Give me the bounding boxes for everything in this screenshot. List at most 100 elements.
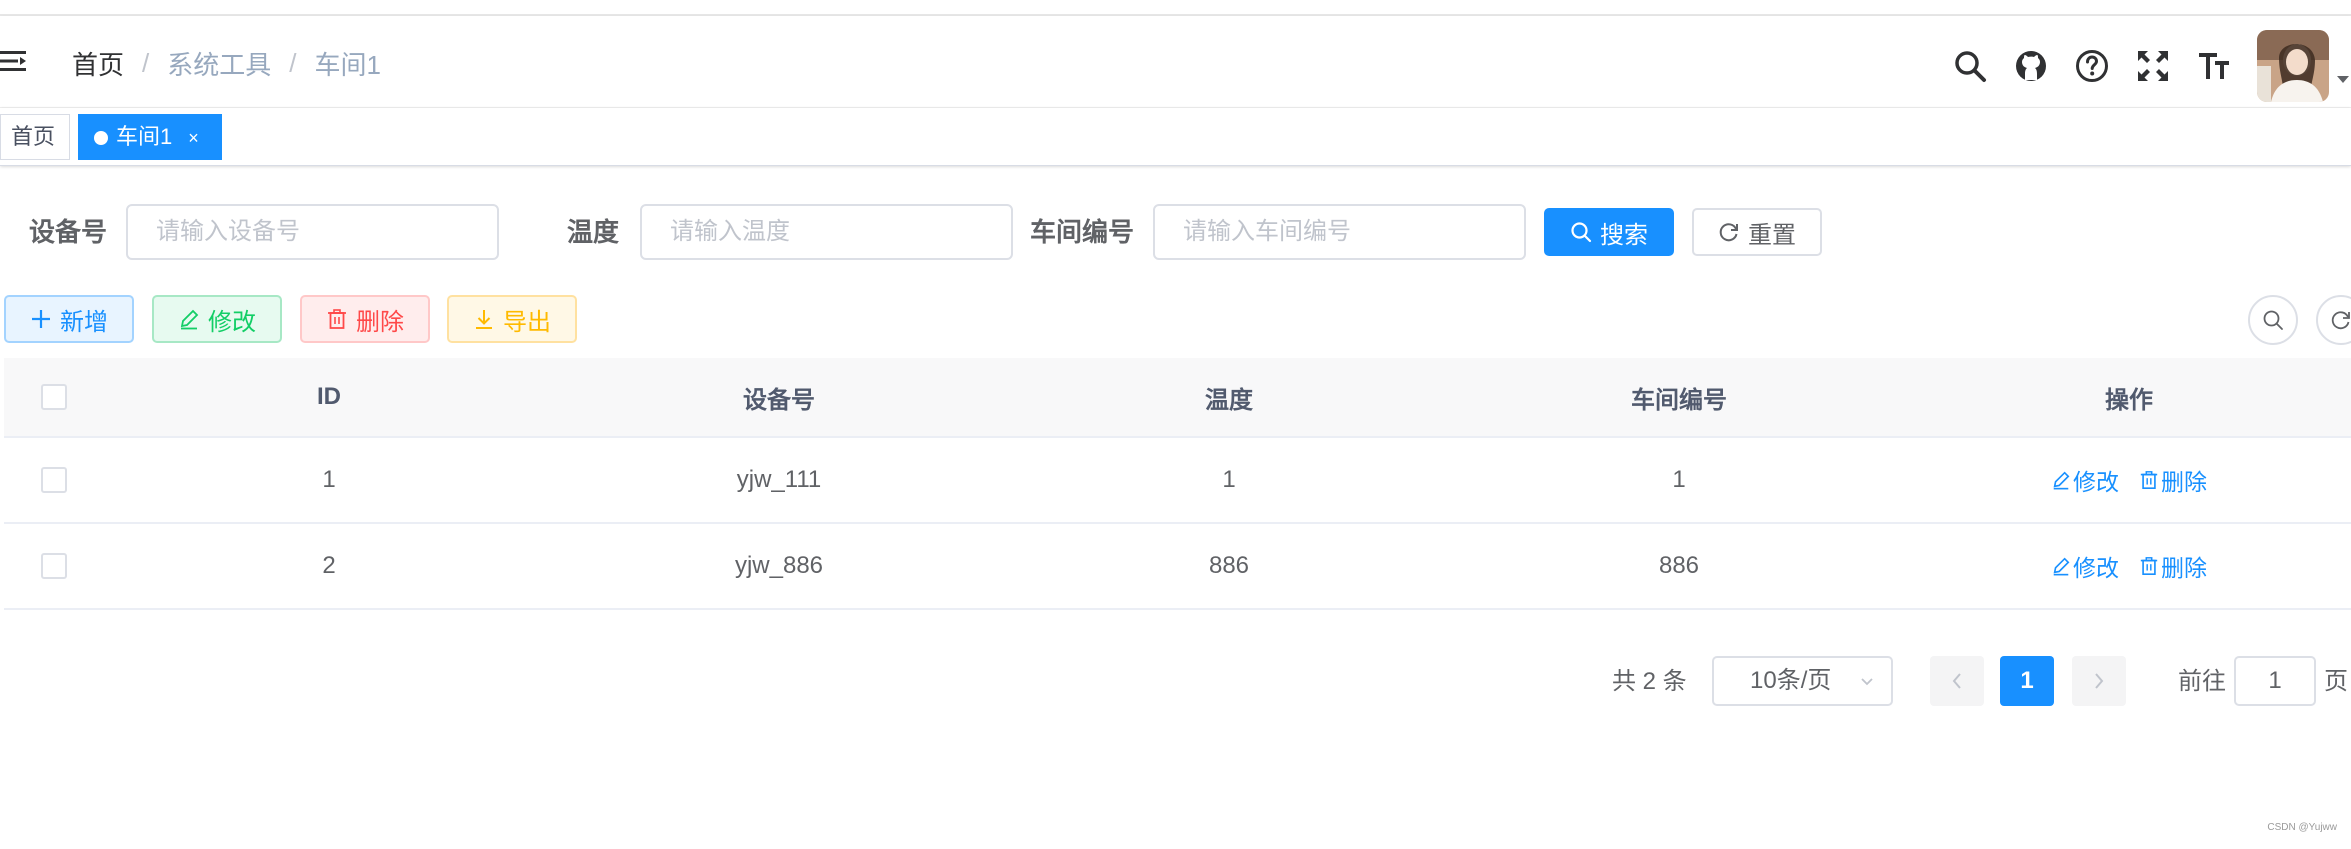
delete-button-label: 删除	[356, 308, 404, 336]
cell-actions: 修改 删除	[1904, 438, 2351, 522]
header-id[interactable]: ID	[104, 358, 554, 436]
fullscreen-icon[interactable]	[2133, 46, 2173, 86]
header-device[interactable]: 设备号	[554, 358, 1004, 436]
row-delete-link[interactable]: 删除	[2139, 463, 2207, 497]
row-delete-label: 删除	[2161, 469, 2207, 495]
refresh-button[interactable]	[2316, 295, 2351, 345]
chevron-right-icon	[2095, 673, 2104, 689]
goto-page-input[interactable]	[2234, 656, 2316, 706]
search-form: 设备号 温度 车间编号 搜索 重置	[0, 204, 2351, 260]
search-button-label: 搜索	[1600, 221, 1648, 249]
row-delete-link[interactable]: 删除	[2139, 549, 2207, 583]
pagination-total: 共 2 条	[1612, 668, 1687, 695]
row-select-cell	[4, 438, 104, 522]
page-size-select[interactable]: 10条/页	[1712, 656, 1893, 706]
next-page-button[interactable]	[2072, 656, 2126, 706]
tags-view: 首页 车间1 ×	[0, 108, 2351, 166]
caret-down-icon[interactable]	[2335, 46, 2351, 86]
tag-active-label: 车间1	[116, 124, 173, 149]
trash-icon	[328, 309, 346, 329]
cell-temperature: 886	[1208, 552, 1250, 579]
edit-icon	[2053, 471, 2070, 490]
cell-id: 2	[322, 552, 336, 579]
cell-device: yjw_886	[734, 552, 824, 579]
pagination: 共 2 条 10条/页 1 前往 页	[0, 656, 2351, 708]
data-table: ID 设备号 温度 车间编号 操作 1 yjw_111 1 1 修改 删除 2 …	[4, 358, 2351, 610]
font-size-icon[interactable]	[2194, 46, 2234, 86]
row-edit-link[interactable]: 修改	[2051, 549, 2119, 583]
breadcrumb-separator: /	[142, 48, 150, 78]
refresh-icon	[1719, 223, 1738, 242]
cell-device: yjw_111	[736, 466, 822, 493]
page-size-value: 10条/页	[1750, 667, 1832, 694]
temperature-label: 温度	[567, 217, 620, 247]
chevron-left-icon	[1952, 673, 1961, 689]
download-icon	[476, 310, 492, 329]
row-checkbox[interactable]	[41, 553, 67, 579]
github-icon[interactable]	[2011, 46, 2051, 86]
reset-button-label: 重置	[1748, 221, 1796, 249]
add-button-label: 新增	[60, 308, 108, 336]
edit-button[interactable]: 修改	[152, 295, 282, 343]
trash-icon	[2140, 557, 2158, 575]
temperature-input[interactable]	[640, 204, 1013, 260]
header-temperature[interactable]: 温度	[1004, 358, 1454, 436]
page-number-1[interactable]: 1	[2000, 656, 2054, 706]
close-icon[interactable]: ×	[188, 128, 199, 148]
search-button[interactable]: 搜索	[1544, 208, 1674, 256]
header-select-cell	[4, 358, 104, 436]
active-dot-icon	[94, 131, 108, 145]
search-icon[interactable]	[1950, 46, 1990, 86]
header-workshop[interactable]: 车间编号	[1454, 358, 1904, 436]
device-label: 设备号	[29, 217, 108, 247]
header-actions: 操作	[2105, 386, 2153, 414]
select-all-checkbox[interactable]	[41, 384, 67, 410]
refresh-icon	[2331, 311, 2350, 330]
workshop-input[interactable]	[1153, 204, 1526, 260]
avatar[interactable]	[2257, 30, 2329, 102]
breadcrumb-current: 车间1	[314, 50, 381, 80]
row-edit-label: 修改	[2073, 555, 2119, 581]
search-icon	[2263, 310, 2283, 330]
breadcrumb-separator: /	[289, 48, 297, 78]
right-menu	[1950, 30, 2351, 102]
row-checkbox[interactable]	[41, 467, 67, 493]
top-border	[0, 0, 2351, 16]
search-icon	[1571, 222, 1592, 243]
tag-home[interactable]: 首页	[0, 114, 70, 160]
breadcrumb-home[interactable]: 首页	[72, 45, 124, 82]
row-delete-label: 删除	[2161, 555, 2207, 581]
hamburger-icon[interactable]	[0, 46, 30, 76]
workshop-label: 车间编号	[1030, 217, 1135, 247]
prev-page-button[interactable]	[1930, 656, 1984, 706]
row-select-cell	[4, 524, 104, 608]
navbar: 首页 / 系统工具 / 车间1	[0, 16, 2351, 108]
question-icon[interactable]	[2072, 46, 2112, 86]
export-button[interactable]: 导出	[447, 295, 577, 343]
chevron-down-icon	[1859, 658, 1875, 720]
device-input[interactable]	[126, 204, 499, 260]
watermark: CSDN @Yujww	[2267, 822, 2337, 833]
cell-temperature: 1	[1222, 466, 1236, 493]
toolbar: 新增 修改 删除 导出	[0, 295, 2351, 345]
add-button[interactable]: 新增	[4, 295, 134, 343]
delete-button[interactable]: 删除	[300, 295, 430, 343]
row-edit-label: 修改	[2073, 469, 2119, 495]
table-row: 2 yjw_886 886 886 修改 删除	[4, 524, 2351, 610]
breadcrumb-system-tools: 系统工具	[167, 50, 272, 80]
cell-workshop: 886	[1658, 552, 1700, 579]
trash-icon	[2140, 471, 2158, 489]
table-header-row: ID 设备号 温度 车间编号 操作	[4, 358, 2351, 438]
cell-id: 1	[322, 466, 336, 493]
edit-icon	[180, 309, 199, 330]
plus-icon	[32, 310, 50, 328]
table-row: 1 yjw_111 1 1 修改 删除	[4, 438, 2351, 524]
reset-button[interactable]: 重置	[1692, 208, 1822, 256]
breadcrumb: 首页 / 系统工具 / 车间1	[72, 45, 381, 82]
toggle-search-button[interactable]	[2248, 295, 2298, 345]
edit-icon	[2053, 557, 2070, 576]
tag-home-label: 首页	[11, 124, 56, 149]
row-edit-link[interactable]: 修改	[2051, 463, 2119, 497]
goto-suffix: 页	[2324, 668, 2348, 695]
tag-workshop1[interactable]: 车间1 ×	[78, 114, 222, 160]
